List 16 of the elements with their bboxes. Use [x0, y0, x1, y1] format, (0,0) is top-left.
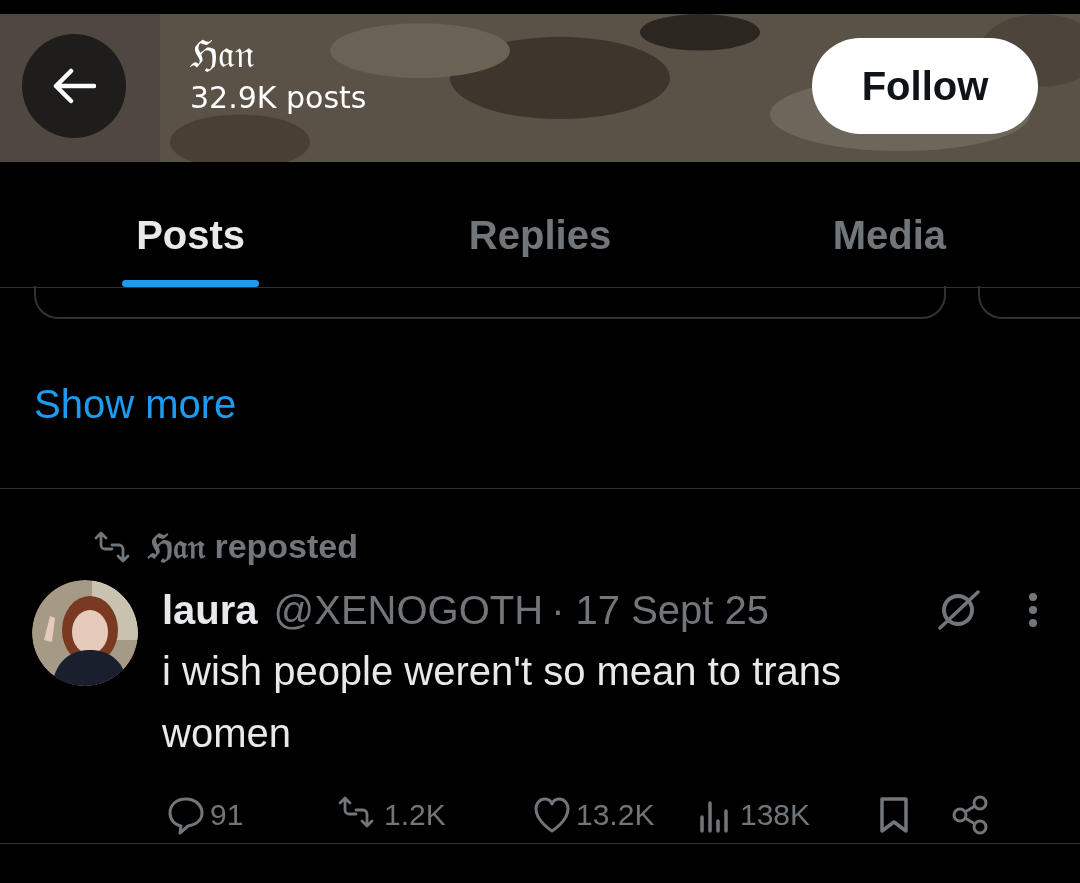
post-date: · 17 Sept 25 [551, 587, 770, 634]
reply-button[interactable]: 91 [166, 792, 336, 837]
profile-name: ℌ𝔞𝔫 [190, 34, 255, 76]
like-button[interactable]: 13.2K [532, 792, 696, 837]
repost-button[interactable]: 1.2K [336, 792, 532, 837]
views-button[interactable]: 138K [696, 792, 876, 837]
post-count: 32.9K posts [190, 79, 367, 116]
tab[interactable]: Posts [136, 162, 246, 280]
post-text: i wish people weren't so mean to trans women [162, 648, 843, 757]
show-more-link[interactable]: Show more [34, 373, 237, 434]
author-name[interactable]: laura [162, 580, 258, 640]
tab[interactable]: Replies [468, 162, 612, 280]
follow-button[interactable]: Follow [812, 38, 1038, 134]
tab[interactable]: Media [832, 162, 946, 280]
author-handle[interactable]: @XENOGOTH [273, 580, 544, 640]
repost-label: ℌ𝔞𝔫 reposted [148, 525, 359, 568]
